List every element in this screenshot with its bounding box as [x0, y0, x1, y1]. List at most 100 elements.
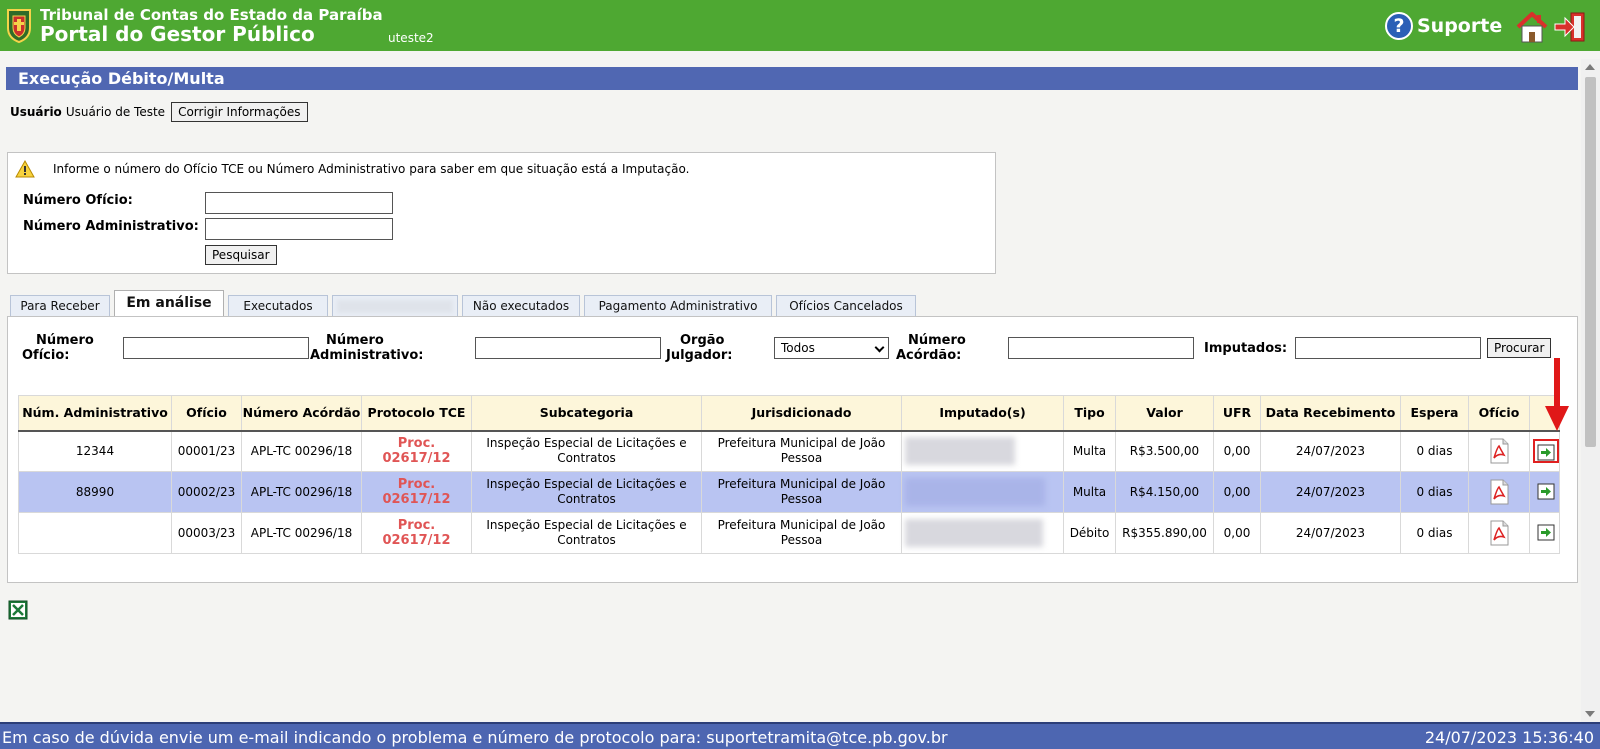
col-oficio-pdf: Ofício — [1468, 395, 1530, 431]
filter-admin-input[interactable] — [475, 337, 661, 359]
cell-subcategoria: Inspeção Especial de Licitações e Contra… — [471, 471, 702, 513]
filter-imputados-input[interactable] — [1295, 337, 1481, 359]
support-link[interactable]: ? Suporte — [1385, 11, 1502, 41]
cell-valor: R$355.890,00 — [1115, 512, 1214, 554]
pdf-icon[interactable] — [1487, 479, 1511, 505]
enter-arrow-icon[interactable] — [1537, 444, 1555, 461]
cell-pdf — [1468, 471, 1530, 513]
results-panel: Número Ofício: Número Administrativo: Or… — [7, 316, 1578, 583]
imputacoes-table: Núm. Administrativo Ofício Número Acórdã… — [18, 395, 1560, 554]
protocolo-link[interactable]: Proc. 02617/12 — [382, 518, 450, 548]
col-imputados[interactable]: Imputado(s) — [901, 395, 1064, 431]
cell-oficio: 00003/23 — [171, 512, 242, 554]
tab-executados[interactable]: Executados — [228, 295, 328, 317]
filter-imputados-label: Imputados: — [1204, 341, 1288, 356]
cell-data: 24/07/2023 — [1260, 471, 1401, 513]
lookup-admin-label: Número Administrativo: — [23, 219, 199, 234]
filter-orgao-label-line2: Julgador: — [666, 348, 733, 363]
question-mark-icon: ? — [1385, 12, 1413, 40]
cell-subcategoria: Inspeção Especial de Licitações e Contra… — [471, 512, 702, 554]
col-valor[interactable]: Valor — [1115, 395, 1214, 431]
scroll-up-arrow-icon[interactable] — [1585, 64, 1595, 70]
cell-subcategoria: Inspeção Especial de Licitações e Contra… — [471, 430, 702, 472]
exit-icon[interactable] — [1553, 10, 1587, 44]
col-protocolo[interactable]: Protocolo TCE — [361, 395, 472, 431]
filter-orgao-label: Orgão Julgador: — [666, 333, 732, 363]
cell-ufr: 0,00 — [1213, 512, 1261, 554]
filter-acordao-label-line2: Acórdão: — [896, 348, 962, 363]
filter-oficio-label: Número Ofício: — [22, 333, 94, 363]
action-highlight-box — [1533, 439, 1559, 464]
cell-action — [1529, 512, 1560, 554]
tab-redacted[interactable] — [332, 295, 458, 317]
col-espera[interactable]: Espera — [1400, 395, 1469, 431]
filter-oficio-label-line1: Número — [36, 333, 94, 348]
cell-espera: 0 dias — [1400, 471, 1469, 513]
table-row[interactable]: 12344 00001/23 APL-TC 00296/18 Proc. 026… — [18, 430, 1560, 472]
scroll-down-arrow-icon[interactable] — [1585, 711, 1595, 717]
cell-oficio: 00001/23 — [171, 430, 242, 472]
filter-acordao-input[interactable] — [1008, 337, 1194, 359]
tab-para-receber[interactable]: Para Receber — [10, 295, 110, 317]
filter-orgao-select[interactable]: Todos — [774, 337, 889, 359]
cell-action — [1529, 430, 1560, 472]
enter-arrow-icon[interactable] — [1537, 524, 1555, 541]
filter-admin-label: Número Administrativo: — [310, 333, 424, 363]
tab-em-analise[interactable]: Em análise — [114, 290, 224, 317]
lookup-search-button[interactable]: Pesquisar — [205, 245, 277, 265]
filter-orgao-label-line1: Orgão — [680, 333, 725, 348]
cell-acordao: APL-TC 00296/18 — [241, 512, 362, 554]
excel-export-icon[interactable] — [8, 600, 28, 620]
col-tipo[interactable]: Tipo — [1063, 395, 1116, 431]
vertical-scrollbar[interactable] — [1581, 59, 1600, 722]
col-acordao[interactable]: Número Acórdão — [241, 395, 362, 431]
footer-bar: Em caso de dúvida envie um e-mail indica… — [0, 722, 1600, 749]
filter-oficio-input[interactable] — [123, 337, 309, 359]
filter-orgao-selected: Todos — [781, 341, 815, 355]
tab-oficios-cancelados[interactable]: Ofícios Cancelados — [776, 295, 916, 317]
scrollbar-thumb[interactable] — [1585, 77, 1596, 447]
lookup-oficio-input[interactable] — [205, 192, 393, 214]
cell-action — [1529, 471, 1560, 513]
user-info-line: Usuário Usuário de Teste Corrigir Inform… — [10, 102, 308, 122]
footer-support-message: Em caso de dúvida envie um e-mail indica… — [2, 728, 948, 747]
cell-ufr: 0,00 — [1213, 430, 1261, 472]
col-subcategoria[interactable]: Subcategoria — [471, 395, 702, 431]
cell-num-admin — [18, 512, 172, 554]
action-box — [1533, 521, 1559, 545]
cell-valor: R$3.500,00 — [1115, 430, 1214, 472]
cell-pdf — [1468, 512, 1530, 554]
cell-protocolo: Proc. 02617/12 — [361, 471, 472, 513]
pdf-icon[interactable] — [1487, 520, 1511, 546]
filter-acordao-label: Número Acórdão: — [896, 333, 966, 363]
table-row[interactable]: 88990 00002/23 APL-TC 00296/18 Proc. 026… — [18, 471, 1560, 513]
protocolo-link[interactable]: Proc. 02617/12 — [382, 436, 450, 466]
home-icon[interactable] — [1515, 10, 1549, 44]
tab-nao-executados[interactable]: Não executados — [462, 295, 580, 317]
chevron-down-icon — [874, 342, 885, 353]
warning-icon — [15, 160, 35, 178]
col-data-recebimento[interactable]: Data Recebimento — [1260, 395, 1401, 431]
table-row[interactable]: 00003/23 APL-TC 00296/18 Proc. 02617/12 … — [18, 512, 1560, 554]
tab-pagamento-administrativo[interactable]: Pagamento Administrativo — [584, 295, 772, 317]
page-title: Execução Débito/Multa — [6, 67, 1578, 90]
redacted-imputado — [905, 519, 1043, 547]
filter-search-button[interactable]: Procurar — [1487, 338, 1552, 358]
cell-espera: 0 dias — [1400, 430, 1469, 472]
col-jurisdicionado[interactable]: Jurisdicionado — [701, 395, 902, 431]
cell-acordao: APL-TC 00296/18 — [241, 430, 362, 472]
footer-timestamp: 24/07/2023 15:36:40 — [1424, 728, 1594, 747]
cell-protocolo: Proc. 02617/12 — [361, 430, 472, 472]
col-ufr[interactable]: UFR — [1213, 395, 1261, 431]
protocolo-link[interactable]: Proc. 02617/12 — [382, 477, 450, 507]
fix-info-button[interactable]: Corrigir Informações — [171, 102, 308, 122]
cell-data: 24/07/2023 — [1260, 512, 1401, 554]
lookup-admin-input[interactable] — [205, 218, 393, 240]
enter-arrow-icon[interactable] — [1537, 483, 1555, 500]
cell-imputados — [901, 430, 1064, 472]
pdf-icon[interactable] — [1487, 438, 1511, 464]
cell-data: 24/07/2023 — [1260, 430, 1401, 472]
redacted-imputado — [905, 437, 1015, 466]
col-oficio[interactable]: Ofício — [171, 395, 242, 431]
col-num-admin[interactable]: Núm. Administrativo — [18, 395, 172, 431]
